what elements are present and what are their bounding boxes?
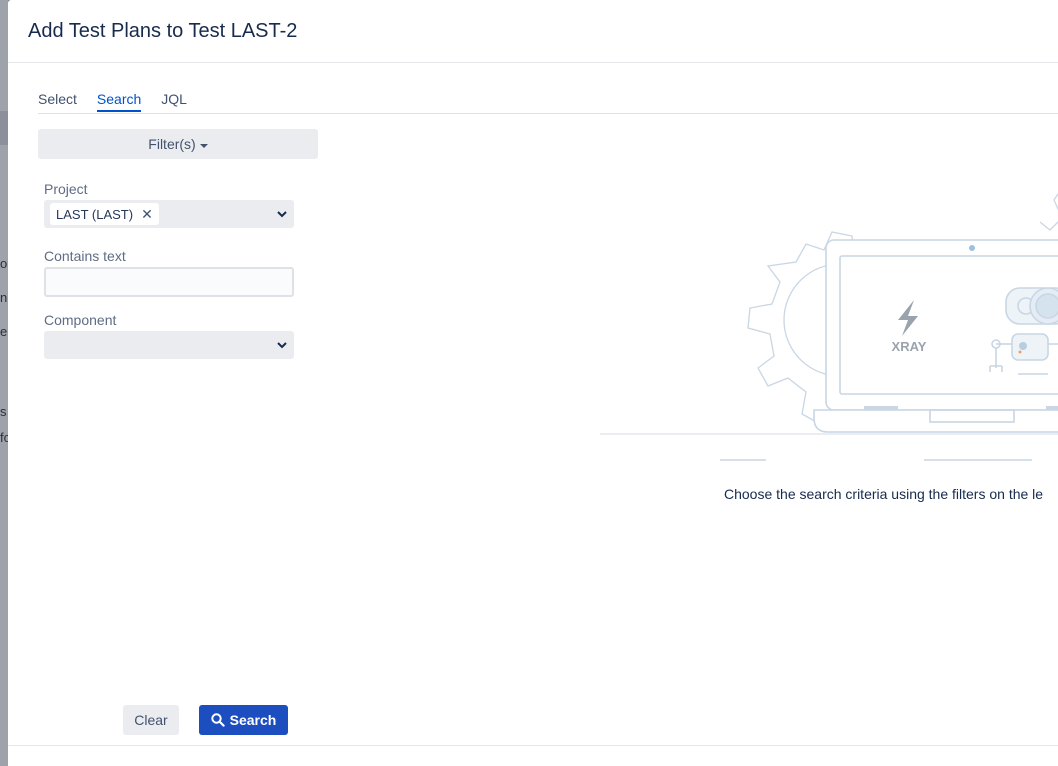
filters-label: Filter(s) [148,136,196,152]
component-field: Component [44,312,294,359]
caret-down-icon [199,143,208,148]
search-button[interactable]: Search [199,705,288,735]
xray-logo-text: XRAY [892,339,927,354]
tab-select[interactable]: Select [38,87,77,112]
empty-state-message: Choose the search criteria using the fil… [724,486,1044,502]
background-text: fo [0,430,8,445]
chevron-down-icon [277,211,287,218]
background-text: o [0,256,8,271]
project-tag-label: LAST (LAST) [56,206,134,222]
contains-text-input[interactable] [44,267,294,297]
empty-state-illustration: XRAY [600,192,1058,461]
project-tag: LAST (LAST) ✕ [50,203,159,225]
background-text: s [0,404,7,419]
component-label: Component [44,312,117,328]
filters-dropdown-button[interactable]: Filter(s) [38,129,318,159]
background-bar [0,111,8,145]
background-text: e [0,324,8,339]
component-select[interactable] [44,331,294,359]
contains-text-label: Contains text [44,248,126,264]
footer-divider [8,745,1058,746]
background-text: n [0,290,8,305]
clear-button[interactable]: Clear [123,705,179,735]
search-icon [210,713,225,727]
dialog-header: Add Test Plans to Test LAST-2 [8,0,1058,63]
chevron-down-icon [277,342,287,349]
dialog-title: Add Test Plans to Test LAST-2 [28,19,298,42]
add-test-plans-dialog: Add Test Plans to Test LAST-2 Select Sea… [8,0,1058,766]
remove-tag-icon[interactable]: ✕ [141,206,153,223]
tab-search[interactable]: Search [96,87,142,112]
project-label: Project [44,181,88,197]
project-field: Project LAST (LAST) ✕ [44,181,294,228]
search-button-label: Search [229,712,277,728]
tab-bar: Select Search JQL [38,87,1058,114]
contains-text-field: Contains text [44,248,294,297]
tab-jql[interactable]: JQL [161,87,187,112]
project-select[interactable]: LAST (LAST) ✕ [44,200,294,228]
